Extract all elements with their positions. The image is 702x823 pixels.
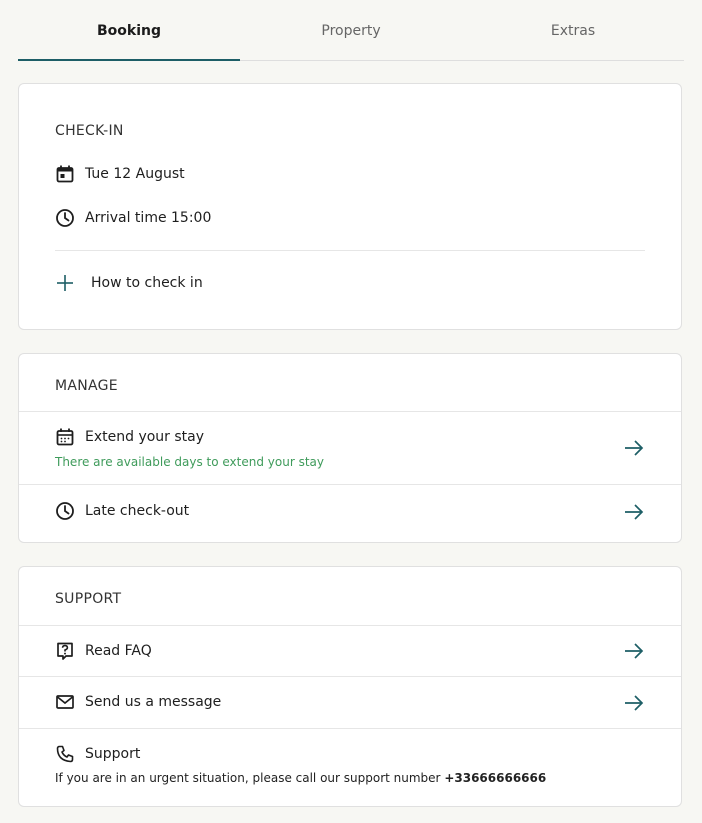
extend-stay-note: There are available days to extend your … <box>55 455 324 469</box>
late-checkout-label: Late check-out <box>85 503 190 519</box>
checkin-arrival: Arrival time 15:00 <box>55 208 211 228</box>
support-item: Support <box>55 744 140 764</box>
late-checkout-row[interactable]: Late check-out <box>19 485 681 543</box>
support-card: SUPPORT Read FAQ Send us a message Suppo… <box>18 566 682 807</box>
support-urgent-note: If you are in an urgent situation, pleas… <box>55 771 546 785</box>
question-icon <box>57 642 73 660</box>
how-to-checkin-label: How to check in <box>91 275 203 291</box>
support-urgent-text: If you are in an urgent situation, pleas… <box>55 771 445 785</box>
send-message-row[interactable]: Send us a message <box>19 677 681 728</box>
arrow-right-icon <box>625 504 644 520</box>
read-faq-item: Read FAQ <box>55 641 152 661</box>
read-faq-label: Read FAQ <box>85 643 152 659</box>
support-label: Support <box>85 746 141 762</box>
extend-stay-row[interactable]: Extend your stay There are available day… <box>19 412 681 484</box>
arrow-right-icon <box>625 440 644 456</box>
send-message-item: Send us a message <box>55 692 221 712</box>
how-to-checkin-toggle[interactable]: How to check in <box>55 273 203 293</box>
support-phone-number[interactable]: +33666666666 <box>444 771 546 785</box>
extend-stay-item: Extend your stay <box>55 427 204 447</box>
checkin-title: CHECK-IN <box>55 123 124 139</box>
manage-title: MANAGE <box>55 378 118 394</box>
checkin-arrival-text: Arrival time 15:00 <box>85 210 212 226</box>
late-checkout-item: Late check-out <box>55 501 189 521</box>
support-title: SUPPORT <box>55 591 122 607</box>
checkin-card: CHECK-IN Tue 12 August Arrival time 15:0… <box>18 83 682 330</box>
manage-card: MANAGE Extend your stay There are availa… <box>18 353 682 543</box>
tab-property[interactable]: Property <box>240 0 462 62</box>
checkin-date-text: Tue 12 August <box>85 166 185 182</box>
arrow-right-icon <box>625 695 644 711</box>
checkin-divider <box>55 250 645 251</box>
clock-icon <box>56 502 74 520</box>
mail-icon <box>56 695 74 709</box>
tab-booking[interactable]: Booking <box>18 0 240 62</box>
arrow-right-icon <box>625 643 644 659</box>
support-divider-mid2 <box>19 728 681 729</box>
send-message-label: Send us a message <box>85 694 222 710</box>
plus-icon <box>57 275 73 291</box>
phone-icon <box>56 745 74 763</box>
read-faq-row[interactable]: Read FAQ <box>19 626 681 676</box>
tab-bar: Booking Property Extras <box>18 0 684 62</box>
extend-stay-label: Extend your stay <box>85 429 205 445</box>
calendar-icon <box>56 165 74 183</box>
calendar-icon <box>56 428 74 446</box>
tab-extras[interactable]: Extras <box>462 0 684 62</box>
checkin-date: Tue 12 August <box>55 164 185 184</box>
clock-icon <box>56 209 74 227</box>
